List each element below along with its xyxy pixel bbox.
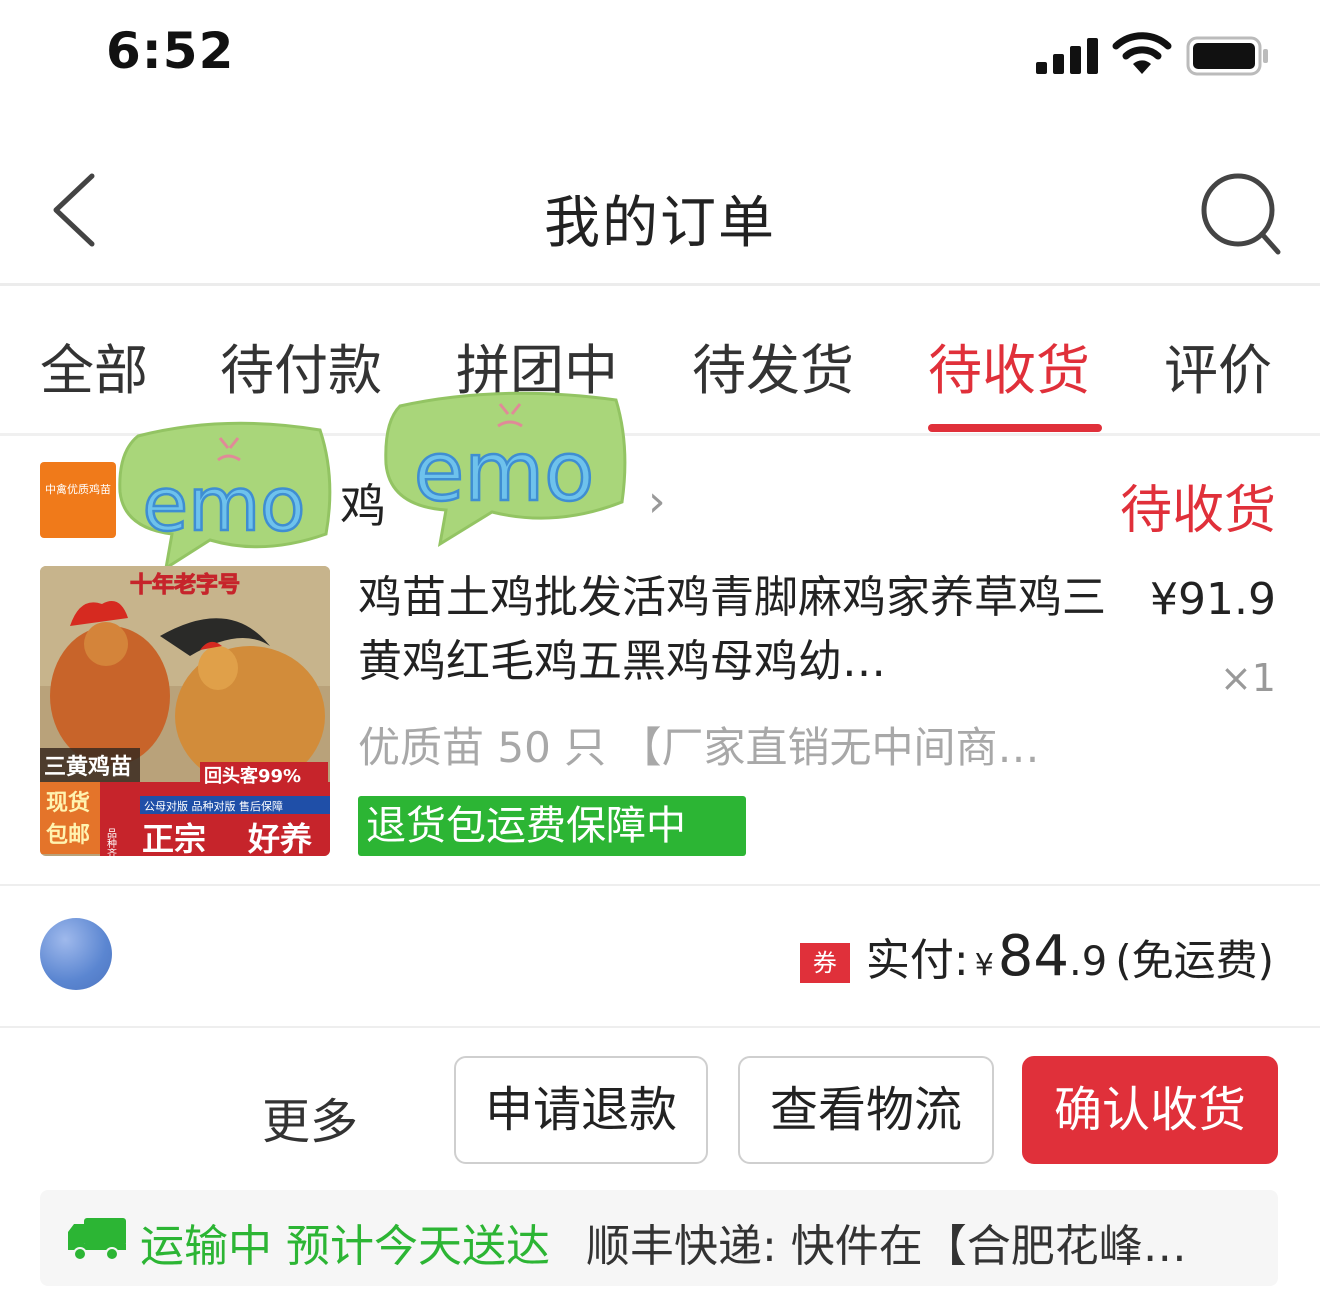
request-refund-button[interactable]: 申请退款	[454, 1056, 708, 1164]
svg-text:品种齐全: 品种齐全	[105, 828, 117, 856]
paid-amount-decimal: .9	[1069, 939, 1108, 985]
svg-text:emo: emo	[414, 425, 595, 520]
product-quantity: ×1	[1219, 656, 1276, 700]
svg-text:包邮: 包邮	[46, 822, 90, 848]
page-title: 我的订单	[544, 191, 776, 256]
product-title[interactable]: 鸡苗土鸡批发活鸡青脚麻鸡家养草鸡三黄鸡红毛鸡五黑鸡母鸡幼…	[358, 566, 1118, 694]
paid-amount-integer: 84	[997, 924, 1070, 989]
status-time: 6:52	[106, 22, 235, 80]
divider	[0, 1026, 1320, 1028]
svg-text:emo: emo	[143, 462, 306, 548]
status-bar: 6:52	[0, 0, 1320, 120]
product-spec: 优质苗 50 只 【厂家直销无中间商…	[358, 723, 1040, 772]
logistics-detail: 顺丰快递: 快件在【合肥花峰…	[586, 1221, 1187, 1272]
tab-pending-receipt[interactable]: 待收货	[928, 326, 1090, 405]
emo-sticker: emo	[118, 421, 332, 572]
coupon-icon: 券	[799, 943, 850, 983]
truck-icon	[68, 1218, 126, 1261]
svg-text:十年老字号: 十年老字号	[130, 572, 240, 598]
divider	[0, 884, 1320, 886]
emo-sticker: emo	[384, 391, 627, 548]
battery-icon	[1186, 36, 1268, 76]
svg-text:现货: 现货	[46, 790, 90, 816]
product-price: ¥91.9	[1150, 574, 1276, 625]
chevron-right-icon: ›	[648, 476, 666, 527]
cellular-signal-icon	[1036, 38, 1100, 74]
payment-summary: 券 实付: ¥ 84 .9 (免运费)	[799, 924, 1274, 989]
tab-all[interactable]: 全部	[40, 326, 148, 405]
view-logistics-button[interactable]: 查看物流	[738, 1056, 994, 1164]
currency-symbol: ¥	[974, 948, 994, 983]
tab-pending-shipment[interactable]: 待发货	[692, 326, 854, 405]
paid-label: 实付:	[865, 935, 969, 986]
logistics-status: 运输中 预计今天送达	[140, 1221, 550, 1272]
svg-text:公母对版 品种对版 售后保障: 公母对版 品种对版 售后保障	[144, 799, 283, 813]
confirm-receipt-button[interactable]: 确认收货	[1022, 1056, 1278, 1164]
return-shipping-guarantee-badge: 退货包运费保障中	[358, 796, 746, 856]
tab-pending-payment[interactable]: 待付款	[220, 326, 382, 405]
product-image[interactable]: 十年老字号 三黄鸡苗 回头客99% 现货 包邮 品种齐全 公母对版 品种对版 售…	[40, 566, 330, 856]
nav-bar: 我的订单	[0, 140, 1320, 286]
wifi-icon	[1112, 32, 1172, 74]
search-icon[interactable]	[1196, 170, 1286, 260]
svg-text:好养: 好养	[247, 820, 312, 856]
logistics-bar[interactable]: 运输中 预计今天送达 顺丰快递: 快件在【合肥花峰…	[40, 1190, 1278, 1286]
order-status: 待收货	[1120, 481, 1277, 541]
avatar[interactable]	[40, 918, 112, 990]
active-tab-indicator	[928, 424, 1102, 432]
svg-text:正宗: 正宗	[142, 820, 206, 856]
free-shipping-note: (免运费)	[1115, 936, 1274, 985]
svg-text:回头客99%: 回头客99%	[204, 765, 301, 787]
more-button[interactable]: 更多	[262, 1082, 358, 1152]
svg-text:三黄鸡苗: 三黄鸡苗	[44, 754, 132, 780]
shop-logo: 中禽优质鸡苗	[40, 462, 116, 538]
tab-review[interactable]: 评价	[1164, 326, 1272, 405]
